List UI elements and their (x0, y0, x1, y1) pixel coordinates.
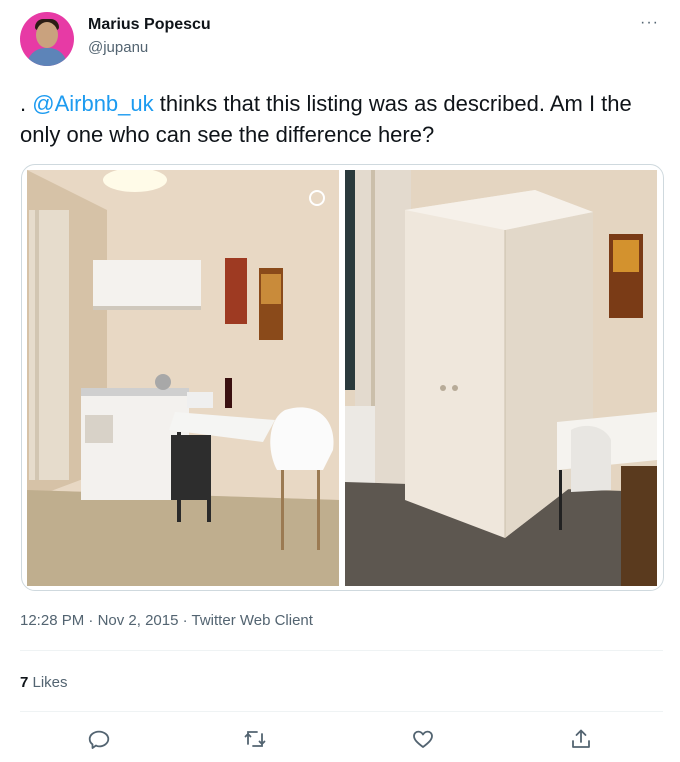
likes-label: Likes (28, 674, 68, 691)
retweet-button[interactable] (243, 727, 267, 751)
photo-icon (27, 170, 339, 586)
listing-photo[interactable] (27, 170, 339, 586)
avatar-body (27, 48, 67, 66)
tweet-timestamp[interactable]: 12:28 PM · Nov 2, 2015 · Twitter Web Cli… (20, 612, 313, 629)
author-handle[interactable]: @jupanu (88, 39, 148, 56)
tweet-time: 12:28 PM (20, 612, 85, 629)
meta-separator: · (178, 612, 192, 629)
tweet-text: . @Airbnb_uk thinks that this listing wa… (20, 88, 665, 150)
media-grid (21, 164, 664, 591)
avatar-head (36, 22, 58, 48)
mention-link[interactable]: @Airbnb_uk (32, 91, 153, 116)
likes-stat[interactable]: 7 Likes (20, 674, 68, 691)
reply-icon (88, 730, 110, 749)
actual-room-photo[interactable] (345, 170, 657, 586)
more-options-icon[interactable]: ··· (640, 14, 659, 32)
tweet-client[interactable]: Twitter Web Client (192, 612, 313, 629)
tweet-prefix: . (20, 91, 33, 116)
avatar[interactable] (20, 12, 74, 66)
retweet-icon (244, 731, 266, 747)
divider (20, 650, 663, 651)
author-name[interactable]: Marius Popescu (88, 16, 211, 34)
tweet-date: Nov 2, 2015 (97, 612, 179, 629)
like-button[interactable] (411, 727, 435, 751)
photo-icon (345, 170, 657, 586)
share-icon (572, 729, 590, 748)
meta-separator: · (84, 612, 98, 629)
like-icon (413, 730, 433, 748)
divider (20, 711, 663, 712)
share-button[interactable] (569, 727, 593, 751)
reply-button[interactable] (87, 727, 111, 751)
